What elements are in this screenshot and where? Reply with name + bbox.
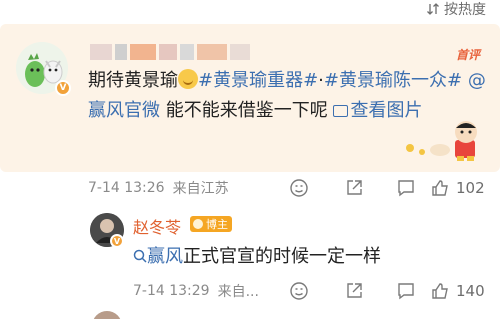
emoji-react-icon [290,282,308,300]
reply-body: 正式官宣的时候一定一样 [183,246,381,267]
next-reply-avatar[interactable] [92,311,122,319]
sort-icon [426,2,440,16]
comment-time: 7-14 13:26 [88,180,165,196]
react-button[interactable] [289,280,309,302]
like-button[interactable]: 140 [430,280,485,302]
sort-by-hot-button[interactable]: 按热度 [426,0,486,18]
reply-author[interactable]: 赵冬苓 [133,214,181,238]
like-count: 102 [456,179,485,197]
comment-meta: 7-14 13:26 来自江苏 [88,177,229,199]
reply-button[interactable] [396,177,416,199]
sort-label: 按热度 [444,2,486,18]
comment-location: 来自江苏 [172,181,229,197]
like-button[interactable]: 102 [430,177,485,199]
blogger-badge: 博主 [190,216,232,232]
reply-location: 来自... [217,284,259,300]
crayon-shinchan-sticker-icon [400,118,486,162]
share-icon [347,283,362,298]
thumbs-up-icon [432,180,448,196]
comment-body: 能不能来借鉴一下呢 [165,100,328,121]
verified-badge-icon: V [110,234,124,248]
hashtag-link[interactable]: #黄景瑜重器# [198,70,318,91]
comment-text: 期待黄景瑜 #黄景瑜重器#·#黄景瑜陈一众# @赢风官微 能不能来借鉴一下呢 查看… [88,66,486,126]
first-comment-tag: 首评 [455,48,480,62]
share-button[interactable] [344,280,364,302]
reply-text: 赢风正式官宣的时候一定一样 [133,244,381,270]
blurred-username [90,44,270,60]
reply-time: 7-14 13:29 [133,283,210,299]
comment-icon [398,283,414,300]
image-icon [333,105,349,117]
search-keyword: 赢风 [147,246,183,267]
comment-intro: 期待黄景瑜 [88,70,178,91]
verified-badge-icon: V [55,80,71,96]
react-button[interactable] [289,177,309,199]
reply-meta: 7-14 13:29 来自... [133,280,259,302]
share-button[interactable] [344,177,364,199]
thumbs-up-icon [432,283,448,299]
smile-emoji-icon [178,69,198,89]
search-keyword-link[interactable]: 赢风 [133,246,183,267]
reply-button[interactable] [396,280,416,302]
comment-icon [398,180,414,197]
like-count: 140 [456,282,485,300]
hashtag-link[interactable]: #黄景瑜陈一众# [324,70,462,91]
emoji-react-icon [290,179,308,197]
search-icon [133,249,147,263]
share-icon [347,180,362,195]
